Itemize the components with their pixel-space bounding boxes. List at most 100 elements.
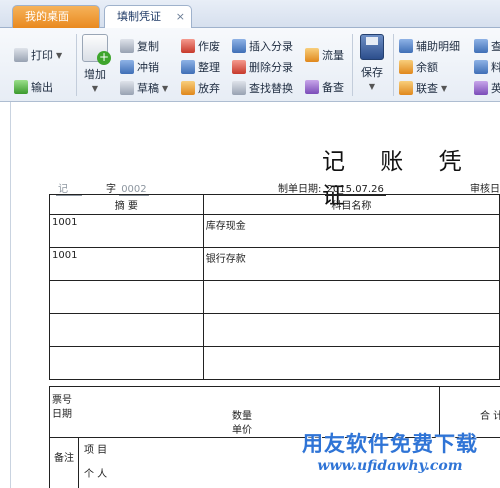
account-cell[interactable] bbox=[202, 346, 500, 380]
export-icon bbox=[14, 80, 28, 94]
chevron-down-icon[interactable]: ▼ bbox=[369, 82, 375, 91]
reverse-icon bbox=[120, 60, 134, 74]
date-label-footer: 日期 bbox=[52, 409, 72, 420]
insert-row-icon bbox=[232, 39, 246, 53]
table-header: 摘 要 科目名称 bbox=[49, 194, 500, 215]
query-edge-button[interactable]: 查 bbox=[474, 37, 500, 55]
reverse-button[interactable]: 冲销 bbox=[120, 58, 159, 76]
toolbar-divider bbox=[352, 34, 353, 96]
draft-icon bbox=[120, 81, 134, 95]
summary-cell[interactable] bbox=[49, 313, 204, 347]
save-button[interactable]: 保存 ▼ bbox=[360, 34, 384, 91]
footer-divider bbox=[78, 437, 79, 488]
unit-price-label: 单价 bbox=[232, 425, 252, 436]
add-document-icon: + bbox=[82, 34, 111, 65]
insert-entry-button[interactable]: 插入分录 bbox=[232, 37, 293, 55]
summary-cell[interactable] bbox=[49, 280, 204, 314]
query-label: 联查 bbox=[416, 82, 438, 95]
find-replace-icon bbox=[232, 81, 246, 95]
person-label: 个 人 bbox=[84, 469, 108, 480]
copy-button[interactable]: 复制 bbox=[120, 37, 159, 55]
export-button[interactable]: 输出 bbox=[14, 78, 53, 96]
table-row bbox=[49, 313, 500, 347]
aux-detail-icon bbox=[399, 39, 413, 53]
delete-row-icon bbox=[232, 60, 246, 74]
watermark-url: www.ufidawhy.com bbox=[317, 458, 463, 474]
flow-label: 流量 bbox=[322, 49, 344, 62]
account-cell[interactable] bbox=[202, 313, 500, 347]
chevron-down-icon[interactable]: ▼ bbox=[56, 51, 62, 60]
tab-desktop[interactable]: 我的桌面 bbox=[12, 5, 100, 28]
english-icon bbox=[474, 81, 488, 95]
close-icon[interactable]: × bbox=[176, 6, 185, 27]
void-button[interactable]: 作废 bbox=[181, 37, 220, 55]
void-icon bbox=[181, 39, 195, 53]
copy-icon bbox=[120, 39, 134, 53]
material-edge-label: 料 bbox=[491, 61, 500, 74]
add-label: 增加 bbox=[84, 68, 106, 81]
summary-header: 摘 要 bbox=[49, 194, 204, 215]
summary-cell[interactable]: 1001 bbox=[49, 214, 204, 248]
balance-button[interactable]: 余额 bbox=[399, 58, 438, 76]
print-label: 打印 bbox=[31, 49, 53, 62]
table-row bbox=[49, 346, 500, 380]
tidy-label: 整理 bbox=[198, 61, 220, 74]
account-cell[interactable]: 银行存款 bbox=[202, 247, 500, 281]
draft-button[interactable]: 草稿 ▼ bbox=[120, 79, 168, 97]
check-icon bbox=[305, 80, 319, 94]
tidy-button[interactable]: 整理 bbox=[181, 58, 220, 76]
tidy-icon bbox=[181, 60, 195, 74]
print-button[interactable]: 打印 ▼ bbox=[14, 46, 62, 64]
tab-desktop-label: 我的桌面 bbox=[25, 10, 69, 23]
tab-strip: 我的桌面 填制凭证 × bbox=[0, 0, 500, 29]
voucher-entries-table: 摘 要 科目名称 1001 库存现金 1001 银行存款 bbox=[49, 194, 500, 380]
add-button[interactable]: + 增加 ▼ bbox=[82, 34, 111, 93]
void-label: 作废 bbox=[198, 40, 220, 53]
export-label: 输出 bbox=[31, 81, 53, 94]
voucher-date: 制单日期: 2015.07.26 bbox=[278, 180, 386, 196]
voucher-type-field[interactable]: 记 bbox=[56, 180, 82, 196]
chevron-down-icon[interactable]: ▼ bbox=[441, 84, 447, 93]
material-icon bbox=[474, 60, 488, 74]
account-cell[interactable] bbox=[202, 280, 500, 314]
query-button[interactable]: 联查 ▼ bbox=[399, 79, 447, 97]
english-edge-button[interactable]: 英 bbox=[474, 79, 500, 97]
account-header: 科目名称 bbox=[202, 194, 500, 215]
summary-cell[interactable]: 1001 bbox=[49, 247, 204, 281]
site-watermark: 用友软件免费下载 www.ufidawhy.com bbox=[280, 428, 500, 488]
delete-entry-button[interactable]: 删除分录 bbox=[232, 58, 293, 76]
aux-detail-button[interactable]: 辅助明细 bbox=[399, 37, 460, 55]
copy-label: 复制 bbox=[137, 40, 159, 53]
chevron-down-icon[interactable]: ▼ bbox=[92, 84, 98, 93]
delete-entry-label: 删除分录 bbox=[249, 61, 293, 74]
abandon-icon bbox=[181, 81, 195, 95]
summary-cell[interactable] bbox=[49, 346, 204, 380]
query-edge-icon bbox=[474, 39, 488, 53]
flow-icon bbox=[305, 48, 319, 62]
balance-label: 余额 bbox=[416, 61, 438, 74]
save-label: 保存 bbox=[361, 66, 383, 79]
account-cell[interactable]: 库存现金 bbox=[202, 214, 500, 248]
printer-icon bbox=[14, 48, 28, 62]
check-button[interactable]: 备查 bbox=[305, 78, 344, 96]
tab-fill-voucher[interactable]: 填制凭证 × bbox=[104, 5, 192, 29]
abandon-button[interactable]: 放弃 bbox=[181, 79, 220, 97]
tab-fill-voucher-label: 填制凭证 bbox=[117, 10, 161, 23]
flow-button[interactable]: 流量 bbox=[305, 46, 344, 64]
find-replace-button[interactable]: 查找替换 bbox=[232, 79, 293, 97]
table-row: 1001 库存现金 bbox=[49, 214, 500, 248]
toolbar-divider bbox=[393, 34, 394, 96]
quantity-label: 数量 bbox=[232, 411, 252, 422]
aux-detail-label: 辅助明细 bbox=[416, 40, 460, 53]
remark-label: 备注 bbox=[54, 453, 74, 464]
query-icon bbox=[399, 81, 413, 95]
review-date-label: 审核日 bbox=[470, 184, 500, 195]
material-edge-button[interactable]: 料 bbox=[474, 58, 500, 76]
table-row bbox=[49, 280, 500, 314]
ticket-label: 票号 bbox=[52, 395, 72, 406]
toolbar: 打印 ▼ 输出 + 增加 ▼ 复制 冲销 草稿 ▼ 作废 整理 放弃 插入分录 … bbox=[0, 28, 500, 102]
chevron-down-icon[interactable]: ▼ bbox=[162, 84, 168, 93]
voucher-number-field[interactable]: 字 0002 bbox=[106, 180, 149, 196]
abandon-label: 放弃 bbox=[198, 82, 220, 95]
total-label: 合 计 bbox=[480, 411, 500, 422]
